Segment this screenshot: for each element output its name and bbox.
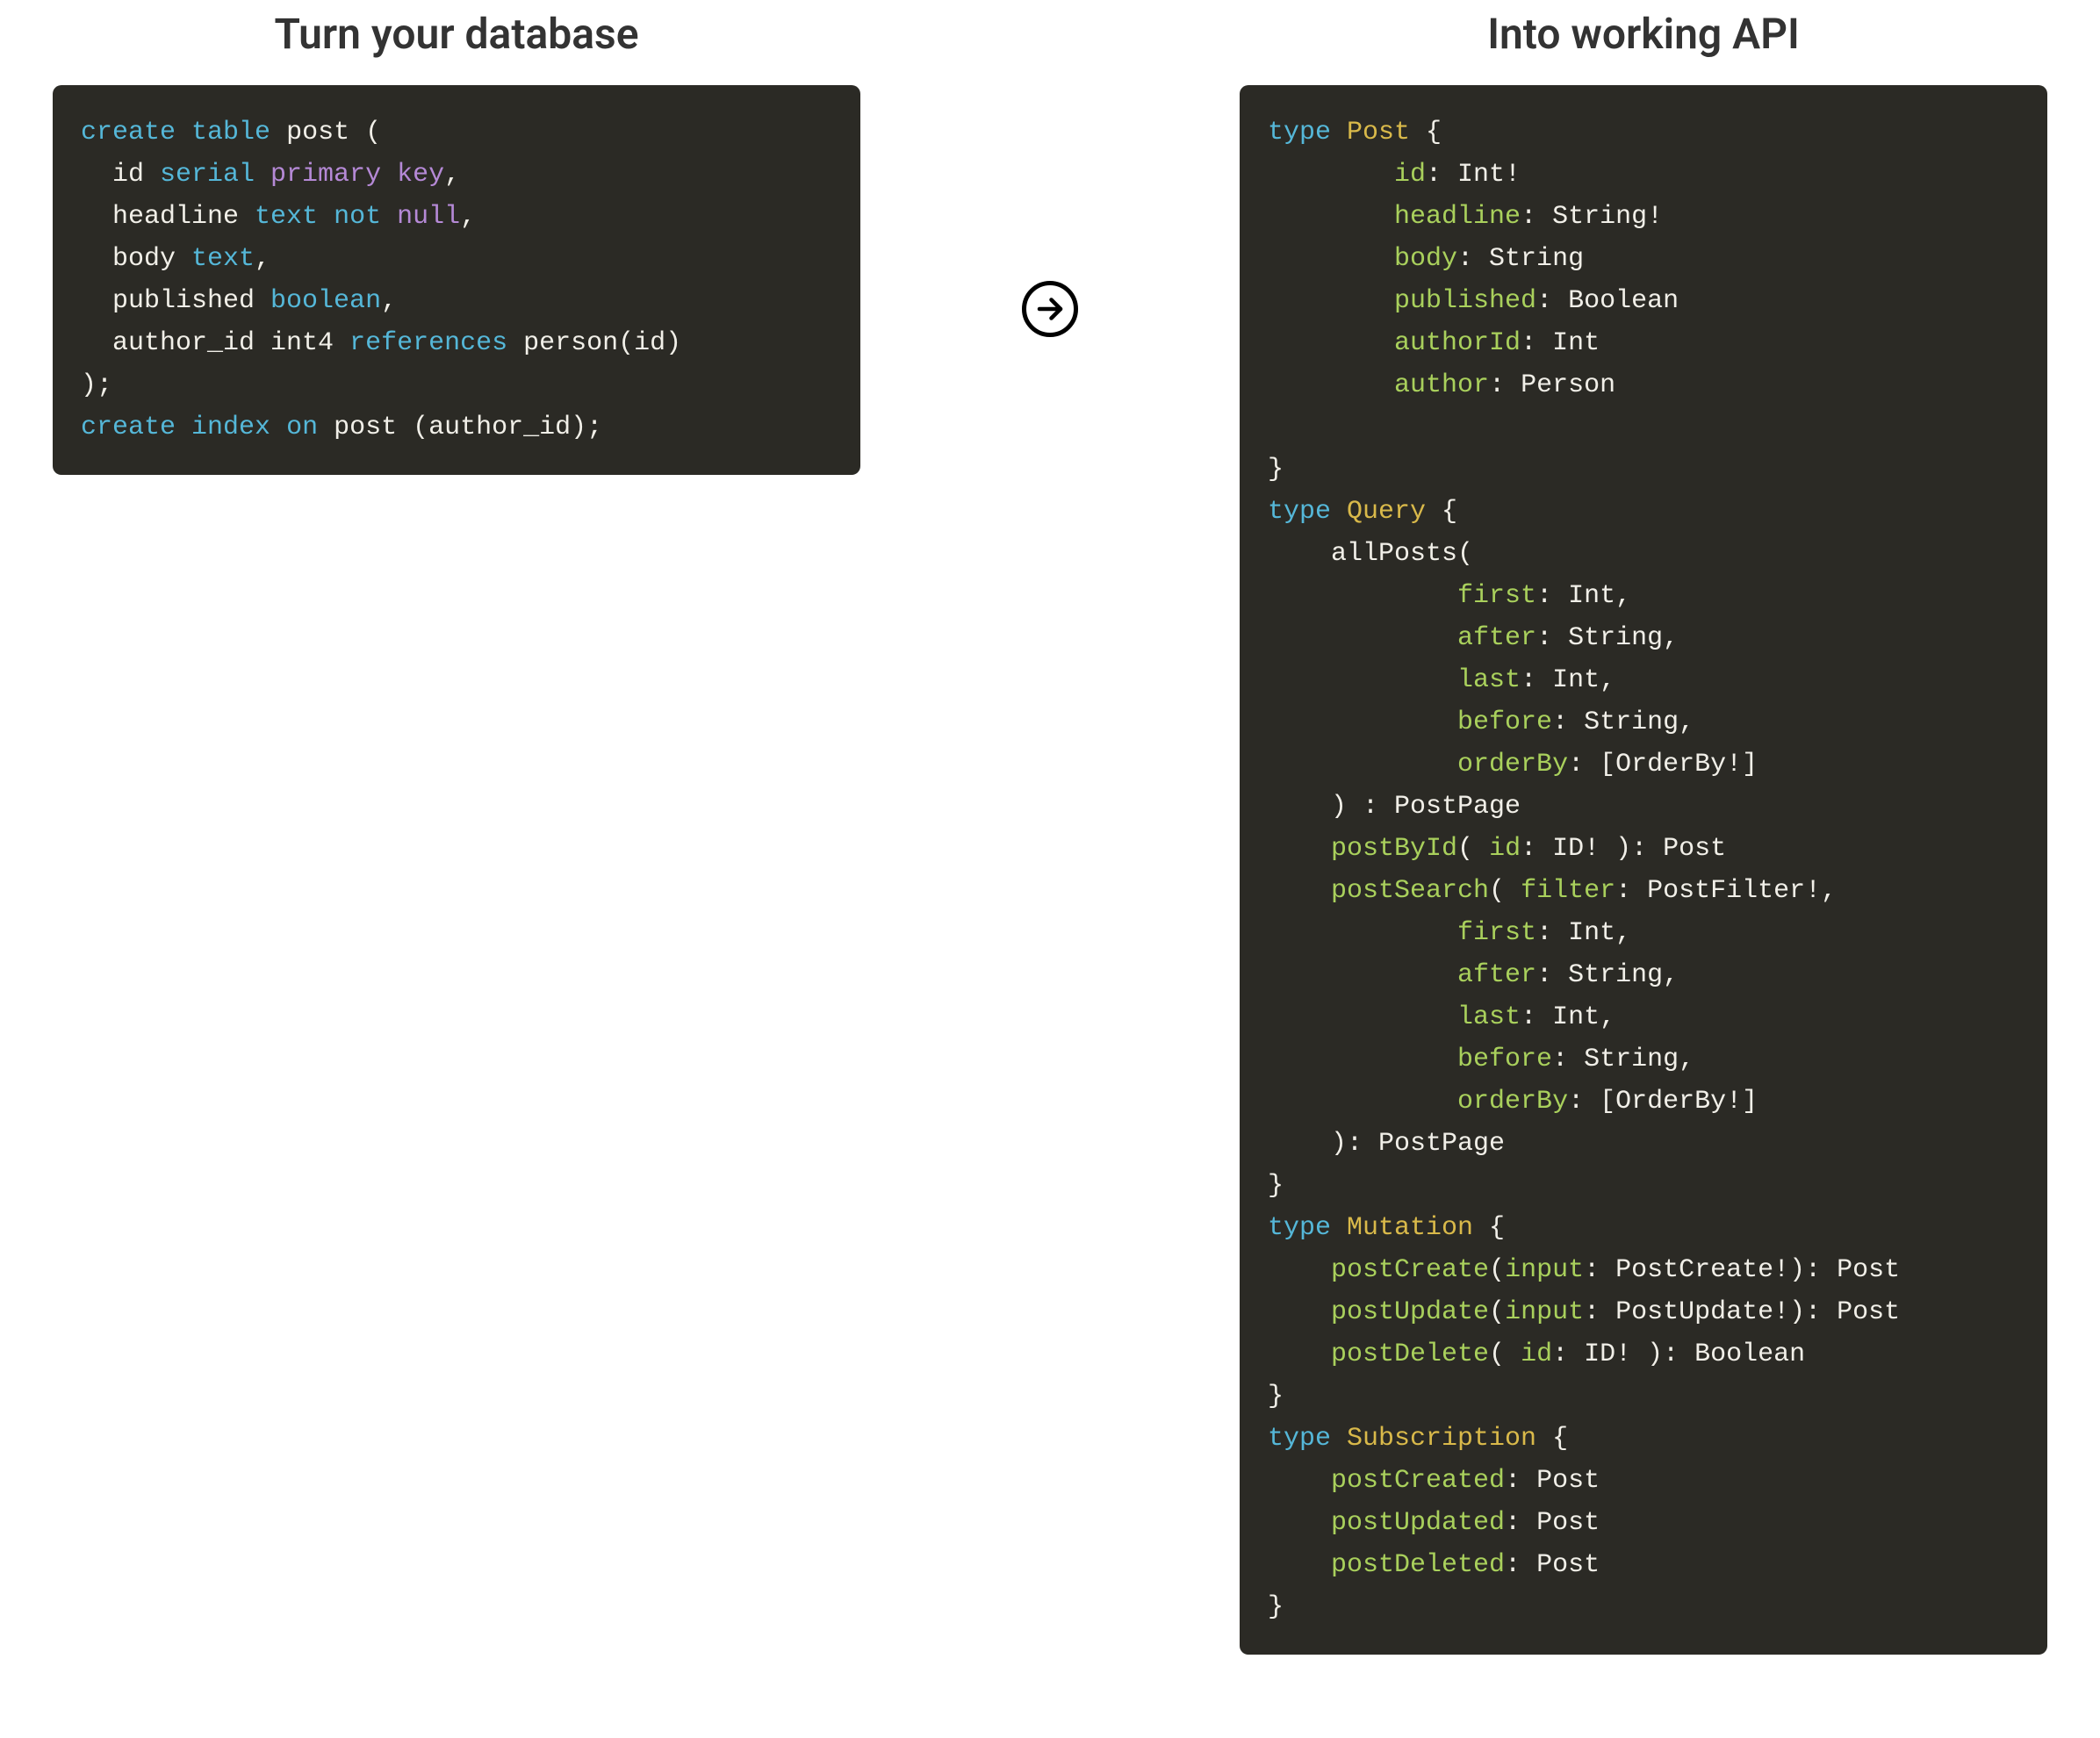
right-title: Into working API xyxy=(1487,9,1800,59)
left-column: Turn your database create table post ( i… xyxy=(53,0,860,475)
sql-code-block: create table post ( id serial primary ke… xyxy=(53,85,860,475)
arrow-right-icon xyxy=(1022,281,1078,337)
right-column: Into working API type Post { id: Int! he… xyxy=(1240,0,2047,1655)
graphql-code-block: type Post { id: Int! headline: String! b… xyxy=(1240,85,2047,1655)
left-title: Turn your database xyxy=(274,9,638,59)
arrow-container xyxy=(860,0,1240,337)
